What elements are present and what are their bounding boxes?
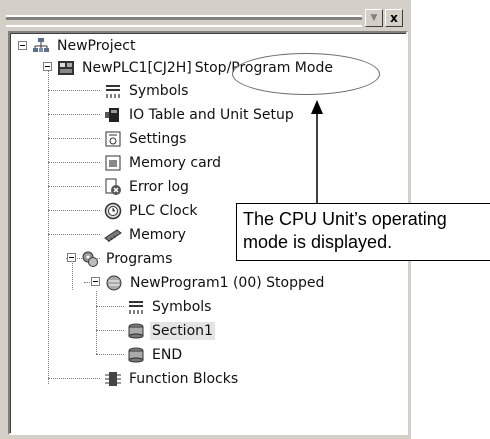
callout-line-1: The CPU Unit’s operating (243, 209, 447, 229)
callout-line-2: mode is displayed. (243, 232, 393, 252)
callout-box: The CPU Unit’s operating mode is display… (236, 203, 490, 261)
